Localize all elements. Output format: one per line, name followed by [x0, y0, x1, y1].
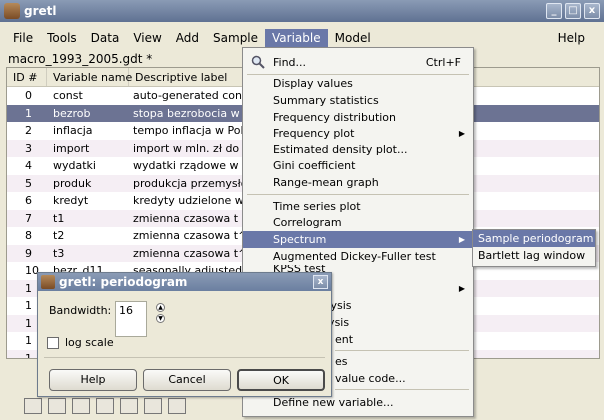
cell-id: 0 — [25, 89, 32, 103]
menu-item-frequency-plot[interactable]: Frequency plot ▶ — [243, 125, 473, 142]
cell-variable-name: import — [53, 141, 90, 155]
cell-variable-name: t2 — [53, 229, 65, 243]
session-icon[interactable] — [96, 398, 114, 414]
cell-variable-name: const — [53, 89, 83, 103]
cell-id: 2 — [25, 124, 32, 138]
cell-variable-name: wydatki — [53, 159, 96, 173]
pdf-icon[interactable] — [144, 398, 162, 414]
menu-item-spectrum[interactable]: Spectrum ▶ — [243, 231, 473, 248]
menu-item-density-plot[interactable]: Estimated density plot... — [243, 141, 473, 158]
cell-variable-name: inflacja — [53, 124, 93, 138]
spectrum-submenu: Sample periodogram Bartlett lag window — [472, 229, 596, 267]
submenu-arrow-icon: ▶ — [458, 284, 465, 293]
menu-tools[interactable]: Tools — [40, 29, 84, 47]
col-name-header[interactable]: Variable name — [47, 68, 132, 86]
cell-variable-name: bezrob — [53, 106, 91, 120]
menu-variable[interactable]: Variable — [265, 29, 328, 47]
terminal-icon[interactable] — [72, 398, 90, 414]
cell-variable-name: kredyt — [53, 194, 89, 208]
submenu-sample-periodogram[interactable]: Sample periodogram — [473, 230, 595, 247]
bottom-toolbar — [24, 398, 186, 414]
help-button[interactable]: Help — [49, 369, 137, 391]
menu-item-find[interactable]: Find... Ctrl+F — [243, 54, 473, 71]
menu-separator — [335, 389, 469, 390]
menu-item-gini[interactable]: Gini coefficient — [243, 157, 473, 174]
script-icon[interactable] — [120, 398, 138, 414]
menu-help[interactable]: Help — [551, 29, 592, 47]
find-icon — [251, 55, 265, 69]
maximize-icon[interactable]: □ — [565, 3, 581, 19]
dialog-titlebar: gretl: periodogram x — [38, 273, 331, 291]
cell-variable-name: t3 — [53, 246, 65, 260]
menu-item-adf-test[interactable]: Augmented Dickey-Fuller test — [243, 248, 473, 265]
cell-id: 7 — [25, 211, 32, 225]
menu-separator — [247, 194, 469, 195]
cell-id: 1 — [25, 106, 32, 120]
dialog-separator — [44, 357, 325, 358]
cancel-button[interactable]: Cancel — [143, 369, 231, 391]
bandwidth-label: Bandwidth: — [49, 304, 112, 317]
window-title: gretl — [24, 4, 57, 18]
gretl-app-icon — [41, 275, 55, 289]
cell-id: 8 — [25, 229, 32, 243]
submenu-arrow-icon: ▶ — [458, 129, 465, 138]
menu-view[interactable]: View — [126, 29, 168, 47]
menu-item-time-series-plot[interactable]: Time series plot — [243, 198, 473, 215]
graph-icon[interactable] — [168, 398, 186, 414]
menu-item-display-values[interactable]: Display values — [243, 75, 473, 92]
log-scale-checkbox[interactable] — [47, 337, 59, 349]
spin-up-icon[interactable]: ▲ — [156, 303, 165, 312]
menu-item-range-mean[interactable]: Range-mean graph — [243, 174, 473, 191]
cell-variable-name: t1 — [53, 211, 65, 225]
menu-item-summary-statistics[interactable]: Summary statistics — [243, 92, 473, 109]
cell-id: 4 — [25, 159, 32, 173]
menubar: File Tools Data View Add Sample Variable… — [0, 28, 604, 48]
menu-add[interactable]: Add — [169, 29, 206, 47]
cell-id: 3 — [25, 141, 32, 155]
cell-id: 9 — [25, 246, 32, 260]
submenu-arrow-icon: ▶ — [458, 235, 465, 244]
submenu-bartlett-lag-window[interactable]: Bartlett lag window — [473, 247, 595, 264]
bandwidth-spinner[interactable]: 16 — [115, 301, 147, 337]
col-id-header[interactable]: ID # — [7, 68, 47, 86]
periodogram-dialog: gretl: periodogram x Bandwidth: 16 ▲ ▼ l… — [37, 272, 332, 397]
dialog-close-icon[interactable]: x — [313, 275, 328, 289]
gretl-app-icon — [4, 3, 20, 19]
cell-variable-name: produk — [53, 176, 92, 190]
menu-model[interactable]: Model — [328, 29, 378, 47]
menu-separator — [335, 350, 469, 351]
menu-sample[interactable]: Sample — [206, 29, 265, 47]
minimize-icon[interactable]: _ — [546, 3, 562, 19]
log-scale-label: log scale — [65, 336, 114, 349]
dataset-filename: macro_1993_2005.gdt * — [8, 52, 153, 66]
menu-file[interactable]: File — [6, 29, 40, 47]
cell-id: 5 — [25, 176, 32, 190]
cell-id: 6 — [25, 194, 32, 208]
menu-item-correlogram[interactable]: Correlogram — [243, 214, 473, 231]
menu-data[interactable]: Data — [84, 29, 127, 47]
ok-button[interactable]: OK — [237, 369, 325, 391]
dialog-title: gretl: periodogram — [59, 275, 188, 289]
close-icon[interactable]: x — [584, 3, 600, 19]
menu-item-frequency-distribution[interactable]: Frequency distribution — [243, 109, 473, 126]
calculator-icon[interactable] — [24, 398, 42, 414]
find-shortcut: Ctrl+F — [425, 56, 461, 69]
edit-icon[interactable] — [48, 398, 66, 414]
spin-down-icon[interactable]: ▼ — [156, 314, 165, 323]
window-titlebar: gretl _ □ x — [0, 0, 604, 22]
